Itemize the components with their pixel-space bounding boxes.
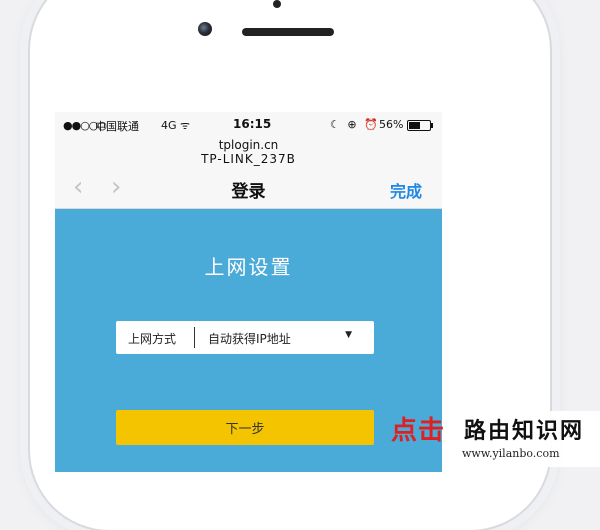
setup-heading: 上网设置: [204, 255, 293, 279]
carrier-name: 中国联通: [95, 120, 139, 133]
status-icons: ☾ ⊕ ⏰: [330, 118, 380, 131]
connection-mode-value: 自动获得IP地址: [208, 332, 291, 346]
status-time: 16:15: [233, 117, 272, 131]
earpiece-speaker: [242, 28, 334, 36]
front-camera: [198, 22, 212, 36]
dropdown-caret-icon: ▼: [345, 330, 352, 340]
network-type: 4G ᯤ: [161, 119, 191, 132]
done-button[interactable]: 完成: [390, 178, 422, 202]
connection-mode-label: 上网方式: [128, 332, 177, 346]
setup-panel: 上网设置 上网方式 自动获得IP地址 ▼ 下一步: [55, 209, 442, 472]
nav-bar: ‹ › 登录 完成: [55, 168, 442, 209]
url-host: tplogin.cn: [218, 138, 279, 152]
connection-mode-select[interactable]: 上网方式 自动获得IP地址 ▼: [116, 321, 374, 354]
watermark-site-url: www.yilanbo.com: [462, 447, 560, 460]
status-bar: ●●○○○ 中国联通 4G ᯤ 16:15 ☾ ⊕ ⏰ 56%: [55, 112, 442, 138]
next-step-button[interactable]: 下一步: [116, 410, 374, 445]
watermark-badge: 路由知识网 www.yilanbo.com: [450, 411, 600, 467]
select-divider: [194, 327, 195, 348]
proximity-sensor: [273, 0, 281, 8]
battery-percent: 56%: [379, 118, 404, 131]
battery-icon: [407, 120, 433, 131]
click-annotation: 点击: [391, 416, 446, 446]
page-title: TP-LINK_237B: [201, 152, 296, 166]
watermark-site-name: 路由知识网: [464, 419, 585, 444]
phone-screen: ●●○○○ 中国联通 4G ᯤ 16:15 ☾ ⊕ ⏰ 56% tplogin.…: [55, 112, 442, 472]
nav-title: 登录: [231, 182, 266, 202]
